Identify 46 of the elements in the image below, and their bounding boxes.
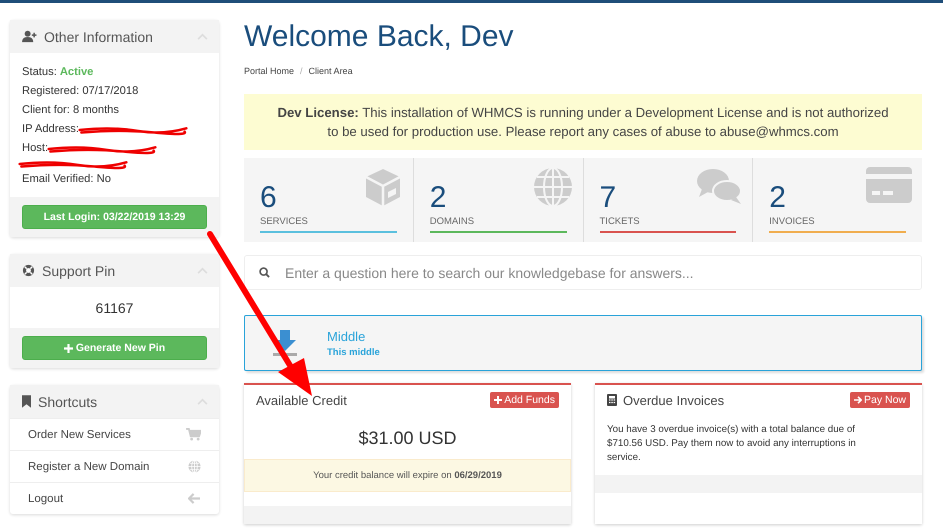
overdue-text: You have 3 overdue invoice(s) with a total balance due of $710.56 USD. Pay them now to avoid any interruptions in service.: [607, 423, 857, 465]
shortcut-link[interactable]: Order New Services: [10, 418, 219, 450]
info-label: Host:: [22, 141, 48, 156]
lifebuoy-icon: [22, 264, 35, 277]
add-user-icon: [22, 30, 37, 43]
panel-title: Support Pin: [42, 262, 116, 278]
page-heading: Welcome Back, Dev: [244, 19, 515, 55]
license-alert: Dev License: This installation of WHMCS is running under a Development License and is not authorized to be used for production use. Please report any cases of abuse to abuse@whmcs.com: [244, 94, 922, 150]
shortcut-link[interactable]: Logout: [10, 482, 219, 514]
plus-icon: [494, 396, 502, 404]
add-funds-button[interactable]: Add Funds: [490, 392, 559, 408]
credit-card-icon: [866, 167, 912, 203]
info-text: Client for: 8 months: [22, 103, 120, 118]
shortcut-link[interactable]: Register a New Domain: [10, 450, 219, 482]
bookmark-icon: [22, 395, 31, 408]
cart-icon: [186, 428, 201, 441]
stat-tile[interactable]: 2 DOMAINS: [414, 158, 584, 242]
breadcrumb-separator: /: [300, 66, 303, 76]
calculator-icon: [607, 394, 617, 406]
chat-icon: [696, 167, 742, 207]
credit-expiry-note: Your credit balance will expire on 06/29/2019: [244, 459, 571, 492]
credit-amount: $31.00 USD: [358, 428, 457, 448]
search-icon: [259, 267, 270, 278]
panel-title: Overdue Invoices: [623, 392, 726, 408]
info-text: Registered: 07/17/2018: [22, 84, 138, 99]
panel-title: Available Credit: [256, 392, 348, 408]
panel-title: Other Information: [44, 28, 154, 44]
arrow-left-icon: [188, 493, 201, 504]
download-icon: [273, 330, 297, 356]
support-pin: 61167: [96, 300, 134, 316]
promo-subtitle: This middle: [327, 346, 380, 358]
stat-tile[interactable]: 6 SERVICES: [244, 158, 414, 242]
globe-icon: [532, 167, 572, 207]
breadcrumb-link[interactable]: Portal Home: [244, 66, 294, 76]
stat-tile[interactable]: 2 INVOICES: [753, 158, 922, 242]
pay-now-button[interactable]: Pay Now: [850, 392, 910, 408]
plus-icon: [64, 344, 73, 352]
search-field[interactable]: Enter a question here to search our knowledgebase for answers...: [244, 255, 922, 290]
arrow-right-icon: [854, 396, 862, 404]
panel-title: Shortcuts: [38, 394, 98, 410]
status-label: Status:: [22, 65, 57, 80]
info-label: IP Address:: [22, 122, 80, 137]
status-value: Active: [60, 65, 94, 80]
stat-tile[interactable]: 7 TICKETS: [584, 158, 754, 242]
info-text: Email Verified: No: [22, 172, 111, 187]
globe-icon: [188, 460, 201, 473]
